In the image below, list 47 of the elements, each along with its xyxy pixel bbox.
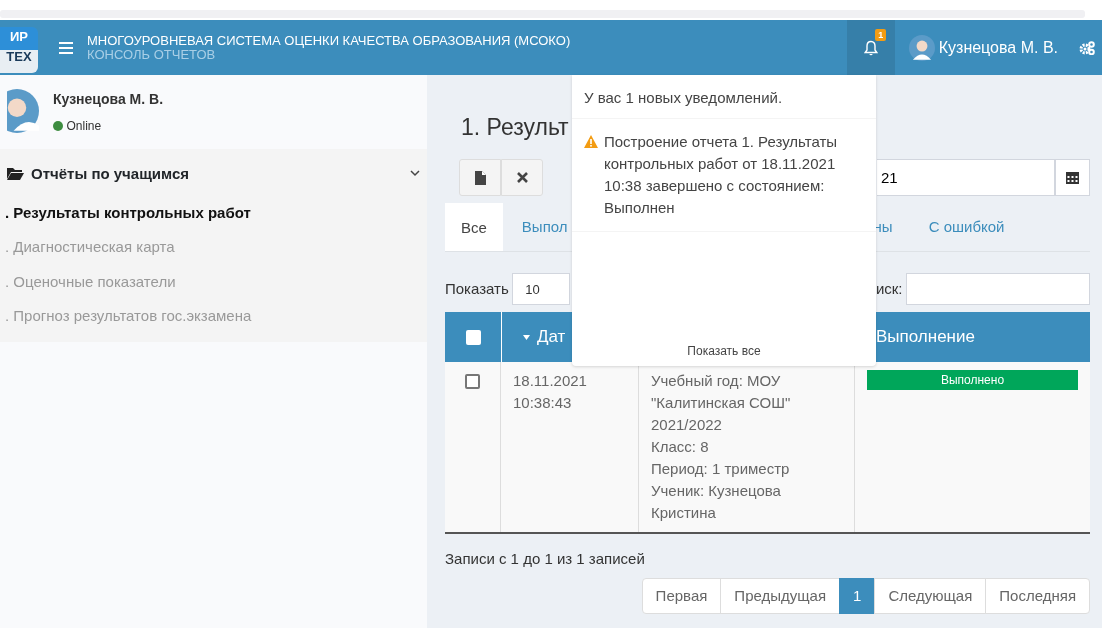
document-icon xyxy=(474,170,486,185)
column-header[interactable]: Дат xyxy=(537,324,566,350)
status-label: Выполнено xyxy=(867,370,1078,390)
page-link[interactable]: Следующая xyxy=(874,577,987,614)
menu-group-header[interactable]: Отчёты по учащимся xyxy=(0,159,427,189)
menu-icon xyxy=(59,42,73,55)
user-menu[interactable]: Кузнецова М. В. xyxy=(909,34,1058,61)
tab[interactable]: С ошибкой xyxy=(908,202,1021,251)
row-checkbox[interactable] xyxy=(465,374,480,389)
warning-icon xyxy=(584,134,598,148)
sort-icon xyxy=(523,334,530,340)
close-icon xyxy=(516,172,528,184)
date-field[interactable]: 21 xyxy=(877,158,1055,196)
logo[interactable]: ИР ТЕХ xyxy=(0,26,38,73)
delete-button[interactable] xyxy=(501,158,543,196)
avatar-icon xyxy=(7,89,39,133)
page-size-select[interactable]: 10 xyxy=(512,273,571,305)
search-field[interactable] xyxy=(906,273,1090,305)
page-link[interactable]: Предыдущая xyxy=(720,577,841,614)
user-status: Online xyxy=(66,118,102,135)
page-link[interactable]: 1 xyxy=(839,577,876,614)
logo-text: ТЕХ xyxy=(5,47,33,66)
avatar-icon xyxy=(909,34,936,61)
app-subtitle: КОНСОЛЬ ОТЧЕТОВ xyxy=(87,48,217,62)
calendar-button[interactable] xyxy=(1055,158,1090,196)
select-all-checkbox[interactable] xyxy=(465,329,481,345)
notification-text[interactable]: Построение отчета 1. Результаты контрольных работ от 18.11.2021 10:38 завершено с состоянием: Выполнен xyxy=(604,130,864,219)
bell-icon xyxy=(864,39,879,56)
tab[interactable]: Выпол xyxy=(502,202,584,251)
show-entries-label: Показать xyxy=(445,278,509,299)
menu-item[interactable]: . Результаты контрольных работ xyxy=(0,195,251,230)
page-link[interactable]: Первая xyxy=(641,577,722,614)
folder-icon xyxy=(7,167,24,181)
tab[interactable]: Все xyxy=(445,202,503,251)
app-title: МНОГОУРОВНЕВАЯ СИСТЕМА ОЦЕНКИ КАЧЕСТВА ОБРАЗОВАНИЯ (МСОКО) xyxy=(87,33,571,48)
calendar-icon xyxy=(1066,171,1079,185)
page-title: 1. Результ xyxy=(461,113,569,142)
logo-text: ИР xyxy=(9,27,29,46)
notification-count-badge: 1 xyxy=(875,29,887,41)
user-name: Кузнецова М. В. xyxy=(53,90,164,109)
records-info: Записи с 1 до 1 из 1 записей xyxy=(445,549,646,569)
gears-icon xyxy=(1079,41,1095,56)
notification-header: У вас 1 новых уведомлений. xyxy=(572,75,876,119)
new-document-button[interactable] xyxy=(459,158,501,196)
status-dot-icon xyxy=(53,121,63,131)
search-label: иск: xyxy=(875,278,903,299)
page-link[interactable]: Последняя xyxy=(985,577,1090,614)
